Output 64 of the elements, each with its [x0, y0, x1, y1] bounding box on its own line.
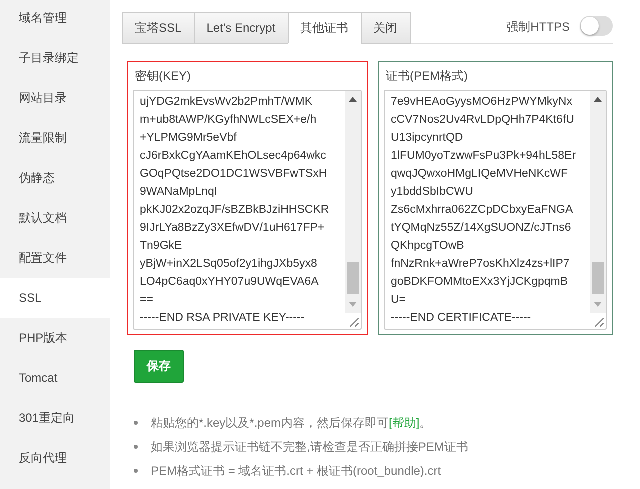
text-line: cJ6rBxkCgYAamKEhOLsec4p64wkc: [140, 149, 326, 164]
text-line: yBjW+inX2LSq05of2y1ihgJXb5yx8: [140, 257, 318, 272]
bullet-icon: [134, 445, 138, 449]
sidebar-item[interactable]: 子目录绑定: [0, 38, 110, 78]
text-line: Zs6cMxhrra062ZCpDCbxyEaFNGA: [391, 203, 574, 218]
sidebar-item[interactable]: 默认文档: [0, 198, 110, 238]
text-line: ujYDG2mkEvsWv2b2PmhT/WMK: [140, 95, 313, 110]
text-line: LO4pC6aq0xYHY07u9UWqEVA6A: [140, 275, 319, 290]
text-line: +YLPMG9Mr5eVbf: [140, 131, 237, 146]
note-text: PEM格式证书 = 域名证书.crt + 根证书(root_bundle).crt: [151, 462, 442, 480]
toggle-switch[interactable]: [580, 16, 613, 36]
bullet-icon: [134, 421, 138, 425]
text-line: 1lFUM0yoTzwwFsPu3Pk+94hL58Er: [391, 149, 576, 164]
scroll-down-icon[interactable]: [594, 302, 602, 307]
sidebar-item[interactable]: 网站目录: [0, 78, 110, 118]
text-area[interactable]: [384, 90, 607, 330]
force-https-label: 强制HTTPS: [506, 19, 570, 36]
scroll-down-icon[interactable]: [349, 302, 357, 307]
text-line: QKhpcgTOwB: [391, 239, 464, 254]
field-label: 证书(PEM格式): [386, 68, 469, 85]
bullet-icon: [134, 469, 138, 473]
scrollbar[interactable]: [590, 91, 606, 313]
sidebar-item[interactable]: 伪静态: [0, 158, 110, 198]
scroll-up-icon[interactable]: [594, 97, 602, 102]
text-line: -----END RSA PRIVATE KEY-----: [140, 311, 305, 326]
text-line: cCV7Nos2Uv4RvLDpQHh7P4Kt6fU: [391, 113, 574, 128]
sidebar-item[interactable]: Tomcat: [0, 358, 110, 398]
text-line: pkKJ02x2ozqJF/sBZBkBJziHHSCKR: [140, 203, 330, 218]
field-label: 密钥(KEY): [135, 68, 192, 85]
text-line: fnNzRnk+aWreP7osKhXlz4zs+lIP7: [391, 257, 570, 272]
scroll-up-icon[interactable]: [349, 97, 357, 102]
text-line: tYQMqNz55Z/14XgSUONZ/cJTns6: [391, 221, 572, 236]
sidebar-item[interactable]: 配置文件: [0, 238, 110, 278]
sidebar-item[interactable]: 域名管理: [0, 0, 110, 38]
scroll-thumb[interactable]: [347, 262, 359, 294]
text-line: 7e9vHEAoGyysMO6HzPWYMkyNx: [391, 95, 572, 110]
text-line: 9WANaMpLnqI: [140, 185, 218, 200]
text-line: ==: [140, 293, 154, 308]
note-text: 如果浏览器提示证书链不完整,请检查是否正确拼接PEM证书: [151, 438, 468, 456]
sidebar-item[interactable]: 301重定向: [0, 398, 110, 438]
text-line: 9IJrLYa8BzZy3XEfwDV/1uH617FP+: [140, 221, 325, 236]
tab[interactable]: Let's Encrypt: [194, 12, 289, 44]
sidebar-item[interactable]: PHP版本: [0, 318, 110, 358]
note-text: 粘贴您的*.key以及*.pem内容，然后保存即可[帮助]。: [151, 414, 432, 432]
text-line: qwqJQwxoHMgLIQeMVHeNKcWF: [391, 167, 568, 182]
sidebar-item[interactable]: SSL: [0, 278, 110, 318]
text-area[interactable]: [133, 90, 362, 330]
text-line: y1bddSbIbCWU: [391, 185, 474, 200]
tab[interactable]: 关闭: [360, 12, 411, 44]
text-line: U=: [391, 293, 406, 308]
sidebar-item[interactable]: 流量限制: [0, 118, 110, 158]
scroll-thumb[interactable]: [592, 262, 604, 294]
resize-grip-icon[interactable]: [348, 316, 360, 328]
scrollbar[interactable]: [345, 91, 361, 313]
tab[interactable]: 其他证书: [288, 12, 362, 44]
resize-grip-icon[interactable]: [593, 316, 605, 328]
text-line: U13ipcynrtQD: [391, 131, 464, 146]
text-line: GOqPQtse2DO1DC1WSVBFwTSxH: [140, 167, 328, 182]
tab[interactable]: 宝塔SSL: [122, 12, 195, 44]
sidebar-item[interactable]: 反向代理: [0, 438, 110, 478]
text-line: -----END CERTIFICATE-----: [391, 311, 532, 326]
text-line: goBDKFOMMtoEXx3YjJCKgpqmB: [391, 275, 568, 290]
text-line: m+ub8tAWP/KGyfhNWLcSEX+e/h: [140, 113, 317, 128]
text-line: Tn9GkE: [140, 239, 182, 254]
